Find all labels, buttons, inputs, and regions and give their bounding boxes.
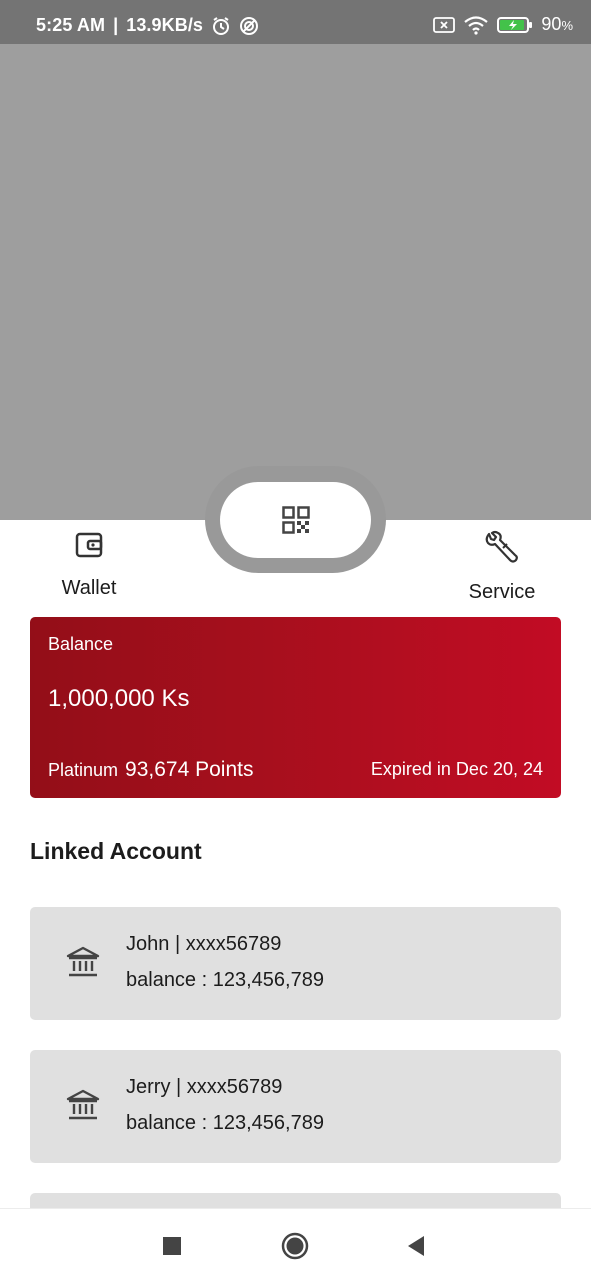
account-holder: John | xxxx56789	[126, 933, 282, 955]
status-separator: |	[113, 15, 119, 35]
status-speed: 13.9KB/s	[126, 15, 204, 35]
alarm-icon	[213, 16, 230, 35]
tier-name: Platinum	[48, 760, 119, 780]
balance-label: Balance	[48, 634, 114, 654]
status-time: 5:25 AM	[36, 15, 106, 35]
linked-account-item[interactable]: John | xxxx56789 balance : 123,456,789	[30, 907, 561, 1020]
status-bar: 5:25 AM | 13.9KB/s 90%	[0, 0, 591, 44]
hero-banner	[0, 44, 591, 520]
wifi-icon	[464, 15, 489, 35]
sim-off-icon	[433, 16, 456, 33]
balance-card[interactable]: Balance 1,000,000 Ks Platinum 93,674 Poi…	[30, 617, 561, 798]
balance-amount: 1,000,000 Ks	[48, 685, 190, 712]
account-balance: balance : 123,456,789	[126, 1112, 324, 1134]
back-button[interactable]	[401, 1231, 431, 1261]
account-holder: Jerry | xxxx56789	[126, 1076, 283, 1098]
qr-code-icon	[281, 506, 310, 534]
system-nav-bar	[0, 1208, 591, 1280]
battery-percent: 90%	[541, 14, 573, 34]
points-value: 93,674 Points	[125, 758, 254, 781]
account-balance: balance : 123,456,789	[126, 969, 324, 991]
nav-service[interactable]: Service	[442, 530, 562, 604]
qr-scan-button[interactable]	[220, 482, 371, 558]
bank-icon	[66, 1089, 100, 1120]
data-saver-icon	[240, 16, 259, 35]
battery-icon	[497, 16, 533, 33]
status-right: 90%	[433, 14, 573, 35]
home-circle-icon	[281, 1232, 309, 1260]
nav-wallet[interactable]: Wallet	[29, 530, 149, 600]
back-triangle-icon	[408, 1236, 424, 1256]
points-expiry: Expired in Dec 20, 24	[370, 759, 543, 779]
home-button[interactable]	[280, 1231, 310, 1261]
bank-icon	[66, 946, 100, 977]
square-icon	[163, 1237, 181, 1255]
wrench-icon	[485, 530, 518, 563]
wallet-label: Wallet	[61, 577, 117, 599]
linked-account-title: Linked Account	[30, 838, 202, 864]
linked-account-item[interactable]: Jerry | xxxx56789 balance : 123,456,789	[30, 1050, 561, 1163]
service-label: Service	[468, 581, 536, 603]
membership-tier: Platinum 93,674 Points	[48, 758, 253, 782]
status-left: 5:25 AM | 13.9KB/s	[36, 15, 259, 36]
wallet-icon	[75, 532, 103, 558]
recent-apps-button[interactable]	[157, 1231, 187, 1261]
